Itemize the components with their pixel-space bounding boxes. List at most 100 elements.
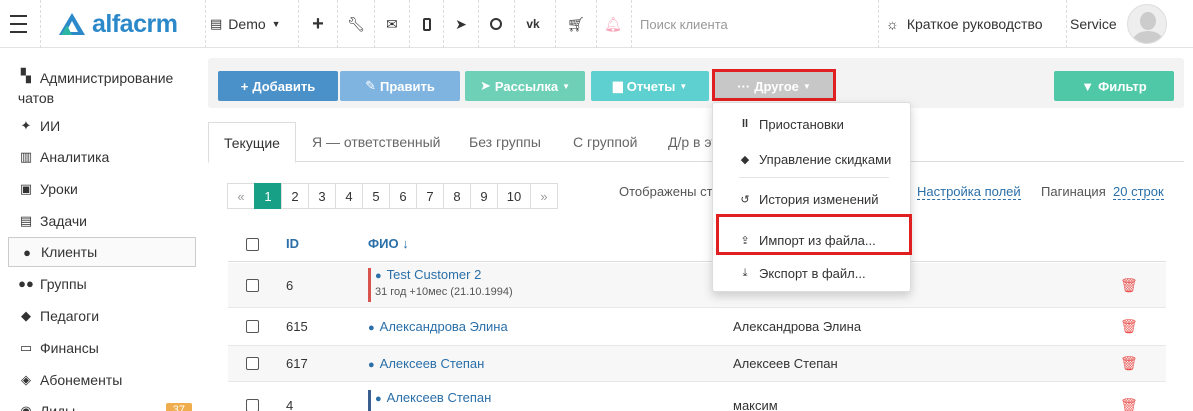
logo[interactable]: alfacrm [58,0,188,48]
sidebar-item-groups[interactable]: ●● Группы [8,276,196,292]
client-name[interactable]: ● Александрова Элина [368,319,508,334]
quick-guide-button[interactable]: ☼ Краткое руководство [886,0,1066,48]
quick-guide-label: Краткое руководство [906,16,1043,32]
page-button[interactable]: 6 [389,183,417,209]
page-button[interactable]: 4 [335,183,363,209]
client-name[interactable]: ● Алексеев Степан [368,356,484,371]
row-checkbox[interactable] [246,320,259,333]
edit-button[interactable]: ✎ Править [340,71,460,101]
client-name-link[interactable]: Алексеев Степан [387,390,492,405]
menu-toggle-button[interactable] [0,0,36,48]
sidebar-item-chat-admin[interactable]: ▚ Администрирование чатов [8,68,196,110]
mailing-button[interactable]: ➤ Рассылка ▼ [465,71,585,101]
table-row[interactable]: 4 ● Алексеев Степан максим 🗑︎ [228,382,1166,411]
trash-icon[interactable]: 🗑︎ [1120,318,1138,335]
sidebar-item-label: Финансы [40,340,99,356]
page-button[interactable]: 3 [308,183,336,209]
column-name[interactable]: ФИО ↓ [368,236,409,251]
row-checkbox[interactable] [246,399,259,411]
cart-button[interactable]: 🛒︎ [561,0,591,48]
avatar [1126,4,1167,44]
branch-selector[interactable]: ▤ Demo ▼ [210,0,292,48]
sidebar-item-leads[interactable]: ◉ Лиды 37 [8,403,196,411]
trash-icon[interactable]: 🗑︎ [1120,355,1138,372]
mail-button[interactable]: ✉ [377,0,407,48]
client-name-link[interactable]: Алексеев Степан [380,356,485,371]
calendar-icon: ▣ [19,181,33,196]
divider [409,0,410,48]
page-button[interactable]: 9 [470,183,498,209]
select-all-checkbox[interactable] [246,238,259,251]
divider [337,0,338,48]
pagination-size-link[interactable]: 20 строк [1113,184,1164,200]
vk-icon: vk [526,17,540,31]
vk-button[interactable]: vk [518,0,548,48]
divider [374,0,375,48]
divider [1066,0,1067,48]
menu-item-discounts[interactable]: ◆ Управление скидками [713,146,912,172]
sidebar-item-subscriptions[interactable]: ◈ Абонементы [8,372,196,388]
table-row[interactable]: 6 ● Test Customer 2 31 год +10мес (21.10.… [228,263,1166,308]
trash-icon[interactable]: 🗑︎ [1120,277,1138,294]
whatsapp-button[interactable] [481,0,511,48]
tab-responsible[interactable]: Я — ответственный [297,122,455,162]
person-icon: ● [368,359,375,371]
client-name-link[interactable]: Test Customer 2 [387,267,482,282]
sms-button[interactable] [412,0,442,48]
menu-item-suspensions[interactable]: ll Приостановки [713,111,912,137]
column-id[interactable]: ID [286,236,299,251]
sidebar-item-clients[interactable]: ● Клиенты [8,237,196,267]
divider [205,0,206,48]
graduation-icon: ◆ [21,308,31,323]
user-menu[interactable]: Service [1070,0,1193,48]
page-button[interactable]: 10 [497,183,531,209]
page-button[interactable]: 7 [416,183,444,209]
sidebar-item-teachers[interactable]: ◆ Педагоги [8,308,196,324]
add-button-label: Добавить [252,78,316,94]
trash-icon[interactable]: 🗑︎ [1120,397,1138,411]
tab-no-group[interactable]: Без группы [454,122,556,162]
menu-item-export[interactable]: ⤓ Экспорт в файл... [713,260,912,286]
send-icon: ➤ [479,78,491,93]
page-button[interactable]: 2 [281,183,309,209]
settings-button[interactable]: 🔧︎ [341,0,371,48]
sidebar-item-lessons[interactable]: ▣ Уроки [8,181,196,197]
telegram-button[interactable]: ➤ [446,0,476,48]
client-search-input[interactable] [640,12,870,36]
client-name[interactable]: ● Test Customer 2 [375,267,481,282]
page-button[interactable]: 8 [443,183,471,209]
main-content: + Добавить ✎ Править ➤ Рассылка ▼ ▆ Отче… [208,58,1188,411]
reports-button-label: Отчеты [626,78,676,94]
add-button[interactable]: + Добавить [218,71,338,101]
prev-page-button[interactable]: « [227,183,255,209]
tab-with-group[interactable]: С группой [558,122,653,162]
sidebar-item-analytics[interactable]: ▥ Аналитика [8,149,196,165]
page-button[interactable]: 1 [254,183,282,209]
row-id: 617 [286,356,308,371]
notifications-button[interactable]: 🔔︎ [598,0,628,48]
reports-button[interactable]: ▆ Отчеты ▼ [591,71,709,101]
sidebar-item-tasks[interactable]: ▤ Задачи [8,213,196,229]
page-button[interactable]: 5 [362,183,390,209]
sidebar-item-ai[interactable]: ✦ ИИ [8,118,196,134]
row-id: 6 [286,278,294,293]
row-checkbox[interactable] [246,357,259,370]
table-row[interactable]: 617 ● Алексеев Степан Алексеев Степан 🗑︎ [228,346,1166,382]
table-row[interactable]: 615 ● Александрова Элина Александрова Эли… [228,308,1166,346]
client-name-link[interactable]: Александрова Элина [380,319,508,334]
logo-icon [59,13,85,35]
client-name[interactable]: ● Алексеев Степан [375,390,491,405]
row-id: 4 [286,398,294,411]
add-quick-button[interactable]: + [303,0,333,48]
filter-button[interactable]: ▼ Фильтр [1054,71,1174,101]
sidebar-item-label: Клиенты [41,244,98,260]
menu-item-label: Управление скидками [759,151,892,167]
sidebar-item-finance[interactable]: ▭ Финансы [8,340,196,356]
caret-down-icon: ▼ [271,19,281,29]
row-checkbox[interactable] [246,279,259,292]
next-page-button[interactable]: » [530,183,558,209]
branch-label: Demo [228,16,266,32]
menu-item-history[interactable]: ↺ История изменений [713,186,912,212]
fields-settings-link[interactable]: Настройка полей [917,184,1021,200]
tab-current[interactable]: Текущие [208,122,296,163]
